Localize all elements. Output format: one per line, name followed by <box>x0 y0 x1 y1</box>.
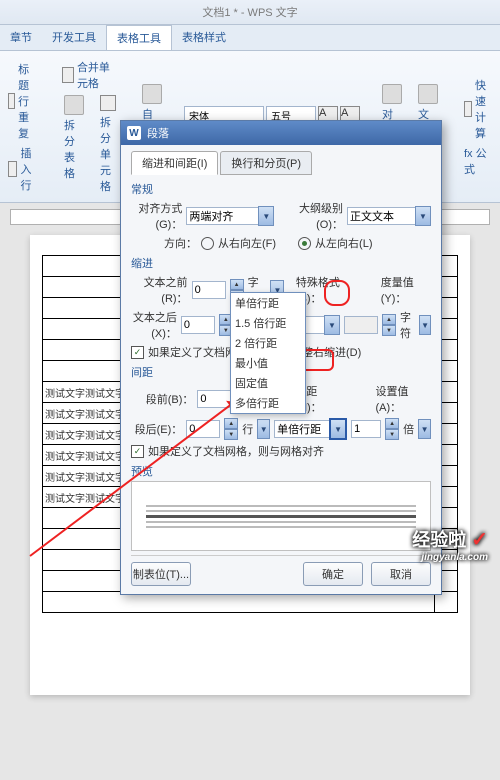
auto-indent-checkbox[interactable]: ✓ <box>131 346 144 359</box>
dd-min[interactable]: 最小值 <box>231 353 305 373</box>
check-icon: ✓ <box>471 529 488 551</box>
ltr-radio[interactable] <box>298 237 311 250</box>
tab-chapter[interactable]: 章节 <box>0 25 42 50</box>
snap-grid-checkbox[interactable]: ✓ <box>131 445 144 458</box>
annotation-circle-dropdown <box>324 280 350 306</box>
tab-line-page-break[interactable]: 换行和分页(P) <box>220 151 312 175</box>
after-text-input[interactable] <box>181 316 215 334</box>
before-text-label: 文本之前(R)： <box>131 274 188 306</box>
section-preview: 预览 <box>131 463 431 479</box>
calc-icon <box>464 101 472 117</box>
cancel-button[interactable]: 取消 <box>371 562 431 586</box>
setval-label: 设置值(A)： <box>376 383 431 415</box>
app-title: 文档1 * - WPS 文字 <box>0 0 500 25</box>
dialog-title-bar[interactable]: W 段落 <box>121 121 441 145</box>
group-data: 快速计算 fx 公式 <box>460 75 498 179</box>
align-icon <box>382 84 402 104</box>
after-text-label: 文本之后(X)： <box>131 309 177 341</box>
chevron-down-icon[interactable]: ▼ <box>418 419 431 439</box>
rtl-radio[interactable] <box>201 237 214 250</box>
auto-adjust-icon <box>142 84 162 104</box>
chevron-down-icon[interactable]: ▼ <box>415 206 431 226</box>
section-general: 常规 <box>131 181 431 197</box>
align-label: 对齐方式(G)： <box>131 200 182 232</box>
measure-label: 度量值(Y)： <box>381 274 431 306</box>
spin-up[interactable]: ▲ <box>230 279 244 290</box>
table-icon <box>8 93 15 109</box>
chevron-down-icon[interactable]: ▼ <box>329 418 347 440</box>
direction-label: 方向： <box>131 235 197 251</box>
tab-table-tools[interactable]: 表格工具 <box>106 25 172 50</box>
wps-icon: W <box>127 126 141 140</box>
chevron-down-icon[interactable]: ▼ <box>257 419 270 439</box>
tab-table-style[interactable]: 表格样式 <box>172 25 236 50</box>
row-icon <box>8 161 17 177</box>
setval-input[interactable] <box>351 420 381 438</box>
after-para-label: 段后(E)： <box>131 421 182 437</box>
outline-combo[interactable]: ▼ <box>347 206 431 226</box>
line-spacing-dropdown: 单倍行距 1.5 倍行距 2 倍行距 最小值 固定值 多倍行距 <box>230 292 306 414</box>
merge-icon <box>62 67 74 83</box>
split-cell-button[interactable]: 拆分单元格 <box>96 93 120 196</box>
insert-row-button[interactable]: 插入行 <box>4 143 42 195</box>
tab-dev[interactable]: 开发工具 <box>42 25 106 50</box>
outline-label: 大纲级别(O)： <box>287 200 343 232</box>
group-merge: 合并单元格 拆分表格 拆分单元格 <box>58 57 120 196</box>
group-rows: 标题行重复 插入行 <box>4 59 42 195</box>
chevron-down-icon[interactable]: ▼ <box>258 206 274 226</box>
preview-pane <box>131 481 431 551</box>
ribbon-tabs: 章节 开发工具 表格工具 表格样式 <box>0 25 500 51</box>
dd-multi[interactable]: 多倍行距 <box>231 393 305 413</box>
split-table-button[interactable]: 拆分表格 <box>58 93 90 196</box>
section-indent: 缩进 <box>131 255 431 271</box>
ok-button[interactable]: 确定 <box>303 562 363 586</box>
repeat-header-button[interactable]: 标题行重复 <box>4 59 42 143</box>
text-dir-icon <box>418 84 438 104</box>
dialog-title: 段落 <box>147 125 169 141</box>
before-text-input[interactable] <box>192 281 226 299</box>
split-table-icon <box>64 95 84 115</box>
split-cell-icon <box>100 95 116 111</box>
chevron-down-icon[interactable]: ▼ <box>324 315 340 335</box>
merge-cells-button[interactable]: 合并单元格 <box>58 57 120 93</box>
formula-button[interactable]: fx 公式 <box>460 143 498 179</box>
before-para-label: 段前(B)： <box>131 391 193 407</box>
dd-fixed[interactable]: 固定值 <box>231 373 305 393</box>
measure-input <box>344 316 378 334</box>
dd-double[interactable]: 2 倍行距 <box>231 333 305 353</box>
dd-single[interactable]: 单倍行距 <box>231 293 305 313</box>
dd-1-5[interactable]: 1.5 倍行距 <box>231 313 305 333</box>
align-combo[interactable]: ▼ <box>186 206 274 226</box>
chevron-down-icon[interactable]: ▼ <box>419 315 431 335</box>
tab-indent-spacing[interactable]: 缩进和间距(I) <box>131 151 218 175</box>
line-spacing-combo[interactable]: ▼ <box>274 418 347 440</box>
tabstops-button[interactable]: 制表位(T)... <box>131 562 191 586</box>
quick-calc-button[interactable]: 快速计算 <box>460 75 498 143</box>
watermark: 经验啦 ✓ jingyanla.com <box>412 526 488 563</box>
